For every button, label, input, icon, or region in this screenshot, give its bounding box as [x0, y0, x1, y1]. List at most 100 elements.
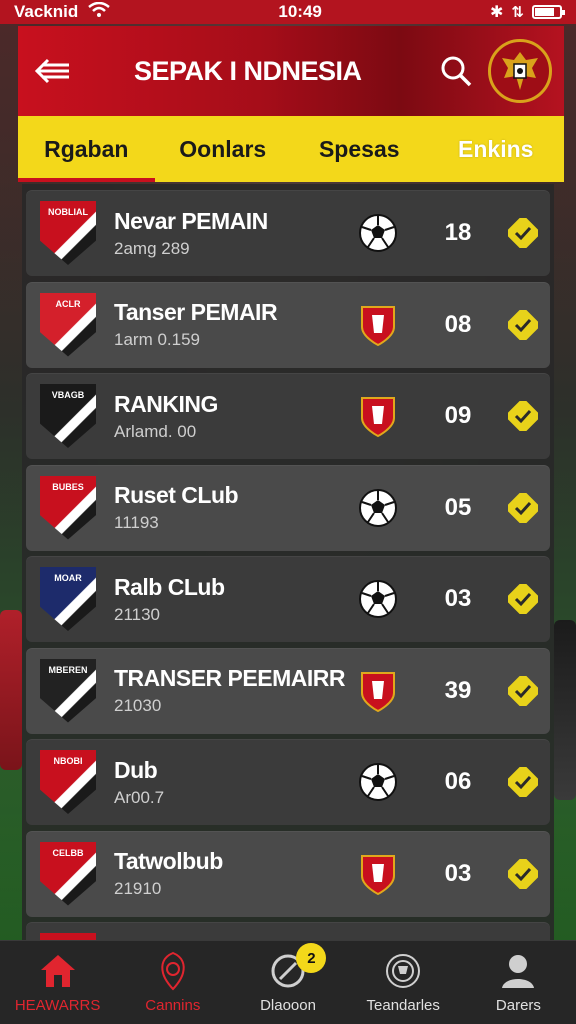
row-count: 03 — [444, 585, 472, 612]
crest-text: BUBES — [52, 481, 84, 492]
list-item[interactable]: CELBB Tatwolbub 21910 03 — [26, 830, 550, 917]
club-crest-icon: NOBLIAL — [40, 201, 96, 265]
nav-label: Dlaooon — [260, 997, 316, 1014]
club-shield-icon — [356, 303, 400, 347]
tab-rgaban[interactable]: Rgaban — [18, 116, 155, 182]
nav-label: HEAWARRS — [14, 997, 101, 1014]
club-crest-icon: MOAR — [40, 567, 96, 631]
list-item[interactable]: NOBLIAL Nevar PEMAIN 2amg 289 18 — [26, 190, 550, 276]
nav-label: Darers — [495, 997, 541, 1014]
row-text: Tanser PEMAIR 1arm 0.159 — [114, 299, 340, 350]
background-player-left — [0, 610, 22, 770]
check-icon[interactable] — [506, 582, 540, 616]
page-title: SEPAK I NDNESIA — [134, 55, 362, 86]
wifi-icon — [88, 1, 111, 23]
club-shield-icon — [356, 852, 400, 896]
nav-label: Cannins — [145, 997, 201, 1014]
soccer-ball-icon — [356, 486, 400, 530]
soccer-ball-icon — [356, 211, 400, 255]
nav-label: Teandarles — [366, 997, 440, 1014]
row-subtitle: 21030 — [114, 696, 162, 715]
notification-badge: 2 — [296, 943, 327, 973]
club-crest-icon — [153, 951, 193, 991]
bottom-navigation: HEAWARRS Cannins 2 Dlaooon Teandarles Da… — [0, 940, 576, 1024]
check-icon[interactable] — [506, 491, 540, 525]
list-item[interactable]: NBOBI Dub Ar00.7 06 — [26, 739, 550, 825]
check-icon[interactable] — [506, 399, 540, 433]
club-shield-icon — [356, 394, 400, 438]
menu-arrow-icon[interactable] — [18, 26, 88, 116]
list-item[interactable]: VBAGB RANKING Arlamd. 00 09 — [26, 373, 550, 459]
check-icon[interactable] — [506, 857, 540, 891]
garuda-logo-icon[interactable] — [488, 39, 552, 103]
crest-text: VBAGB — [51, 390, 85, 400]
tab-label: Rgaban — [44, 135, 129, 162]
row-subtitle: 11193 — [114, 513, 159, 532]
signal-icon: ⇅ — [511, 4, 524, 21]
row-count: 39 — [444, 676, 472, 704]
row-name: Dub — [114, 756, 158, 783]
tab-oonlars[interactable]: Oonlars — [155, 116, 292, 182]
list-item[interactable]: HEXEN — [26, 922, 550, 940]
check-icon[interactable] — [506, 216, 540, 250]
row-count: 09 — [444, 402, 472, 429]
player-list: NOBLIAL Nevar PEMAIN 2amg 289 18 ACLR Tanser … — [22, 184, 554, 940]
check-icon[interactable] — [506, 674, 540, 708]
row-text: Ruset CLub 11193 — [114, 482, 340, 533]
club-shield-icon — [356, 669, 400, 713]
row-subtitle: 21130 — [114, 604, 161, 624]
row-text: Dub Ar00.7 — [114, 757, 340, 808]
tab-label: Spesas — [318, 135, 400, 162]
row-subtitle: 2amg 289 — [114, 238, 190, 258]
crest-text: CELBB — [52, 847, 84, 858]
row-subtitle: Ar00.7 — [114, 787, 165, 807]
tab-spesas[interactable]: Spesas — [291, 116, 428, 182]
crest-text: MOAR — [54, 573, 82, 583]
row-subtitle: Arlamd. 00 — [114, 421, 197, 441]
nav-item-darers[interactable]: Darers — [461, 941, 576, 1024]
row-count: 05 — [444, 493, 472, 521]
row-name: Ruset CLub — [114, 482, 239, 508]
nav-item-dlaooon[interactable]: 2 Dlaooon — [230, 941, 345, 1024]
carrier-label: Vacknid — [14, 2, 79, 21]
crest-text: ACLR — [55, 298, 81, 309]
row-name: TRANSER PEEMAIRR — [114, 665, 345, 691]
club-crest-icon: HEXEN — [40, 933, 96, 940]
list-item[interactable]: MOAR Ralb CLub 21130 03 — [26, 556, 550, 642]
crest-text: NOBLIAL — [48, 207, 88, 217]
row-count: 08 — [444, 310, 472, 338]
club-crest-icon: ACLR — [40, 292, 96, 357]
row-text: Tatwolbub 21910 — [114, 848, 340, 899]
status-time: 10:49 — [278, 2, 322, 21]
row-count: 18 — [444, 219, 472, 246]
nav-item-cannins[interactable]: Cannins — [115, 941, 230, 1024]
tab-label: Enkins — [458, 135, 534, 162]
tab-label: Oonlars — [179, 135, 267, 162]
nav-item-home[interactable]: HEAWARRS — [0, 941, 115, 1024]
list-item[interactable]: BUBES Ruset CLub 11193 05 — [26, 464, 550, 551]
row-count: 03 — [444, 859, 472, 887]
tab-enkins[interactable]: Enkins — [428, 116, 565, 182]
check-icon[interactable] — [506, 308, 540, 342]
nav-item-teandarles[interactable]: Teandarles — [346, 941, 461, 1024]
search-icon[interactable] — [428, 43, 484, 99]
club-crest-icon: BUBES — [40, 475, 96, 540]
crest-text: NBOBI — [53, 756, 83, 766]
row-name: Tatwolbub — [114, 848, 223, 874]
bluetooth-icon: ✱ — [490, 4, 504, 21]
list-item[interactable]: ACLR Tanser PEMAIR 1arm 0.159 08 — [26, 281, 550, 368]
row-text: RANKING Arlamd. 00 — [114, 391, 340, 442]
check-icon[interactable] — [506, 765, 540, 799]
status-left: Vacknid — [14, 1, 111, 23]
row-subtitle: 21910 — [114, 879, 162, 898]
row-text: Nevar PEMAIN 2amg 289 — [114, 208, 340, 259]
tab-bar: Rgaban Oonlars Spesas Enkins — [18, 116, 564, 182]
app-header: SEPAK I NDNESIA — [18, 26, 564, 116]
row-name: Tanser PEMAIR — [114, 299, 278, 325]
status-right: ✱ ⇅ — [490, 2, 565, 22]
club-crest-icon: NBOBI — [40, 750, 96, 814]
club-crest-icon: CELBB — [40, 841, 96, 906]
row-text: Ralb CLub 21130 — [114, 574, 340, 625]
status-bar: Vacknid 10:49 ✱ ⇅ — [0, 0, 576, 24]
list-item[interactable]: MBEREN TRANSER PEEMAIRR 21030 39 — [26, 647, 550, 734]
